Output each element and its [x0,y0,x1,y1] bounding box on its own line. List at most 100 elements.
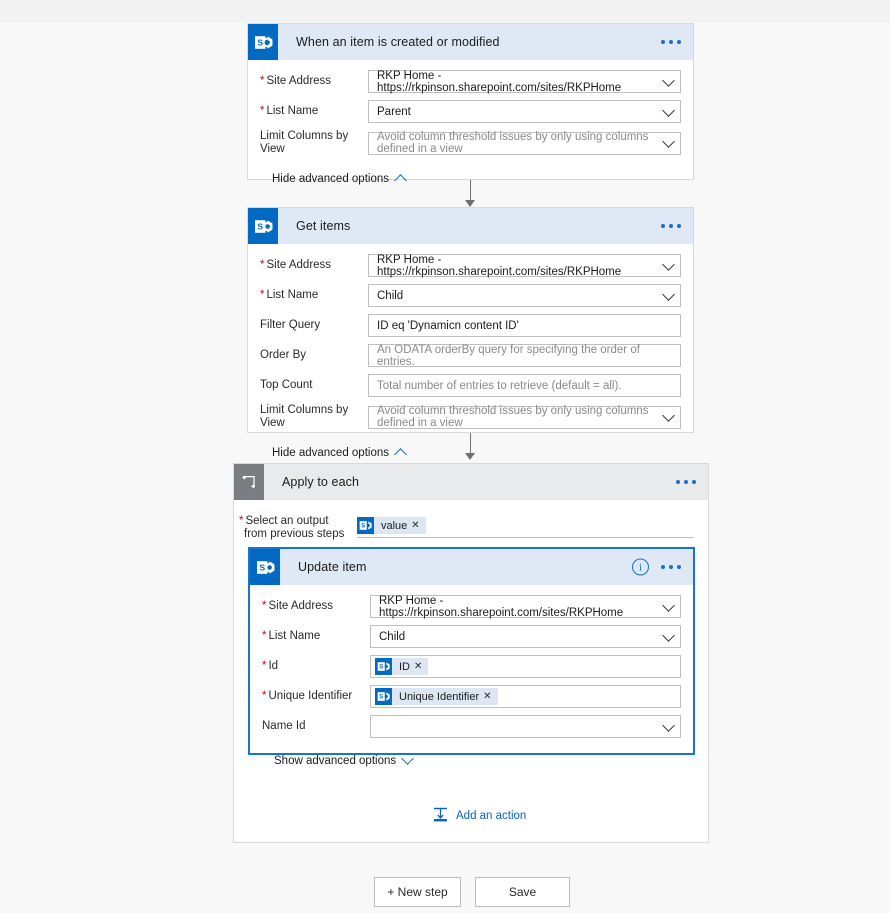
chevron-up-icon [394,448,407,461]
ellipsis-icon[interactable] [661,40,681,44]
insert-action-icon [432,806,449,826]
required-marker: * [239,515,244,527]
required-marker: * [260,105,265,117]
field-row-list-name: * List Name Parent [260,100,681,123]
chevron-down-icon [662,103,675,117]
close-icon[interactable]: ✕ [411,520,425,531]
field-row-limit-columns-by-view: Limit Columns by View Avoid column thres… [260,130,681,156]
trigger-card-header[interactable]: S When an item is created or modified [248,24,693,60]
field-label: * List Name [260,289,319,301]
field-label: * List Name [260,105,319,117]
field-placeholder: An ODATA orderBy query for specifying th… [377,343,640,368]
list-name-dropdown[interactable]: Child [368,284,681,307]
field-value: RKP Home - https://rkpinson.sharepoint.c… [377,253,622,278]
select-output-label: * Select an output from previous steps [239,515,345,540]
field-value: ID eq 'Dynamicn content ID' [377,319,519,332]
sharepoint-icon: S [375,688,392,705]
select-output-input[interactable]: S value ✕ [357,512,694,538]
get-items-card-header[interactable]: S Get items [248,208,693,244]
show-advanced-options-toggle[interactable]: Show advanced options [262,745,681,779]
field-row-site-address: * Site Address RKP Home - https://rkpinso… [262,595,681,619]
field-value: Child [377,289,404,302]
ellipsis-icon[interactable] [676,480,696,484]
chevron-down-icon [662,287,675,301]
field-label: * Site Address [260,75,332,87]
site-address-dropdown[interactable]: RKP Home - https://rkpinson.sharepoint.c… [368,253,681,278]
sharepoint-icon: S [248,24,278,60]
field-row-top-count: Top Count Total number of entries to ret… [260,374,681,397]
required-marker: * [262,630,267,642]
dynamic-content-token-value[interactable]: S value ✕ [357,517,426,534]
ellipsis-icon[interactable] [661,565,681,569]
token-label: Unique Identifier [399,690,480,703]
close-icon[interactable]: ✕ [414,661,428,672]
sharepoint-icon: S [357,517,374,534]
list-name-dropdown[interactable]: Parent [368,100,681,123]
id-input[interactable]: S ID ✕ [370,655,681,678]
svg-text:S: S [257,221,263,231]
filter-query-input[interactable]: ID eq 'Dynamicn content ID' [368,314,681,337]
field-row-order-by: Order By An ODATA orderBy query for spec… [260,343,681,368]
add-an-action-button[interactable]: Add an action [432,806,526,826]
token-label: ID [399,660,410,673]
field-label: * Unique Identifier [262,690,353,702]
new-step-button[interactable]: + New step [374,877,461,907]
flow-designer-canvas: S When an item is created or modified * S… [0,0,890,913]
advanced-toggle-label: Show advanced options [274,754,397,767]
field-row-id: * Id S ID ✕ [262,655,681,678]
list-name-dropdown[interactable]: Child [370,625,681,648]
trigger-card-title: When an item is created or modified [296,35,500,49]
save-button[interactable]: Save [475,877,570,907]
required-marker: * [262,600,267,612]
field-placeholder: Avoid column threshold issues by only us… [377,405,649,429]
dynamic-content-token-unique-identifier[interactable]: S Unique Identifier ✕ [375,688,498,705]
apply-to-each-header[interactable]: Apply to each [234,464,708,500]
sharepoint-icon: S [375,658,392,675]
sharepoint-icon: S [250,549,280,585]
action-card-update-item[interactable]: S Update item i * Site Address RKP Home -… [248,547,695,767]
site-address-dropdown[interactable]: RKP Home - https://rkpinson.sharepoint.c… [368,70,681,94]
chevron-down-icon [662,718,675,732]
scope-card-apply-to-each[interactable]: Apply to each * Select an output from pre… [233,463,709,843]
sharepoint-icon: S [248,208,278,244]
site-address-dropdown[interactable]: RKP Home - https://rkpinson.sharepoint.c… [370,595,681,619]
unique-identifier-input[interactable]: S Unique Identifier ✕ [370,685,681,708]
field-label: * Site Address [262,600,334,612]
field-row-site-address: * Site Address RKP Home - https://rkpinso… [260,253,681,278]
field-label: * Id [262,660,279,672]
update-item-card-header[interactable]: S Update item i [250,549,693,585]
field-row-list-name: * List Name Child [260,284,681,307]
field-row-filter-query: Filter Query ID eq 'Dynamicn content ID' [260,314,681,337]
field-label: * Site Address [260,259,332,271]
limit-columns-by-view-dropdown[interactable]: Avoid column threshold issues by only us… [368,405,681,429]
select-output-row: * Select an output from previous steps S … [234,500,708,541]
action-card-get-items[interactable]: S Get items * Site Address RKP Home - htt… [247,207,694,461]
required-marker: * [262,690,267,702]
dynamic-content-token-id[interactable]: S ID ✕ [375,658,429,675]
field-label: Limit Columns by View [260,130,349,155]
field-label: Order By [260,349,307,361]
info-circle-icon[interactable]: i [632,558,649,576]
required-marker: * [260,259,265,271]
advanced-toggle-label: Hide advanced options [272,172,389,185]
trigger-card-when-item-created-or-modified[interactable]: S When an item is created or modified * S… [247,23,694,187]
required-marker: * [260,289,265,301]
ellipsis-icon[interactable] [661,224,681,228]
field-placeholder: Total number of entries to retrieve (def… [377,379,622,392]
trigger-card-body: * Site Address RKP Home - https://rkpinso… [248,60,693,197]
field-value: Child [379,630,406,643]
order-by-input[interactable]: An ODATA orderBy query for specifying th… [368,343,681,368]
close-icon[interactable]: ✕ [483,691,497,702]
field-row-list-name: * List Name Child [262,625,681,648]
chevron-down-icon [401,752,414,765]
top-count-input[interactable]: Total number of entries to retrieve (def… [368,374,681,397]
update-item-card-title: Update item [298,560,367,574]
get-items-card-title: Get items [296,219,351,233]
field-label: Limit Columns by View [260,404,349,429]
top-band [0,0,890,22]
connector-arrow-2 [465,453,475,460]
svg-text:S: S [379,664,383,671]
limit-columns-by-view-dropdown[interactable]: Avoid column threshold issues by only us… [368,131,681,155]
name-id-dropdown[interactable] [370,715,681,738]
field-row-limit-columns-by-view: Limit Columns by View Avoid column thres… [260,404,681,430]
